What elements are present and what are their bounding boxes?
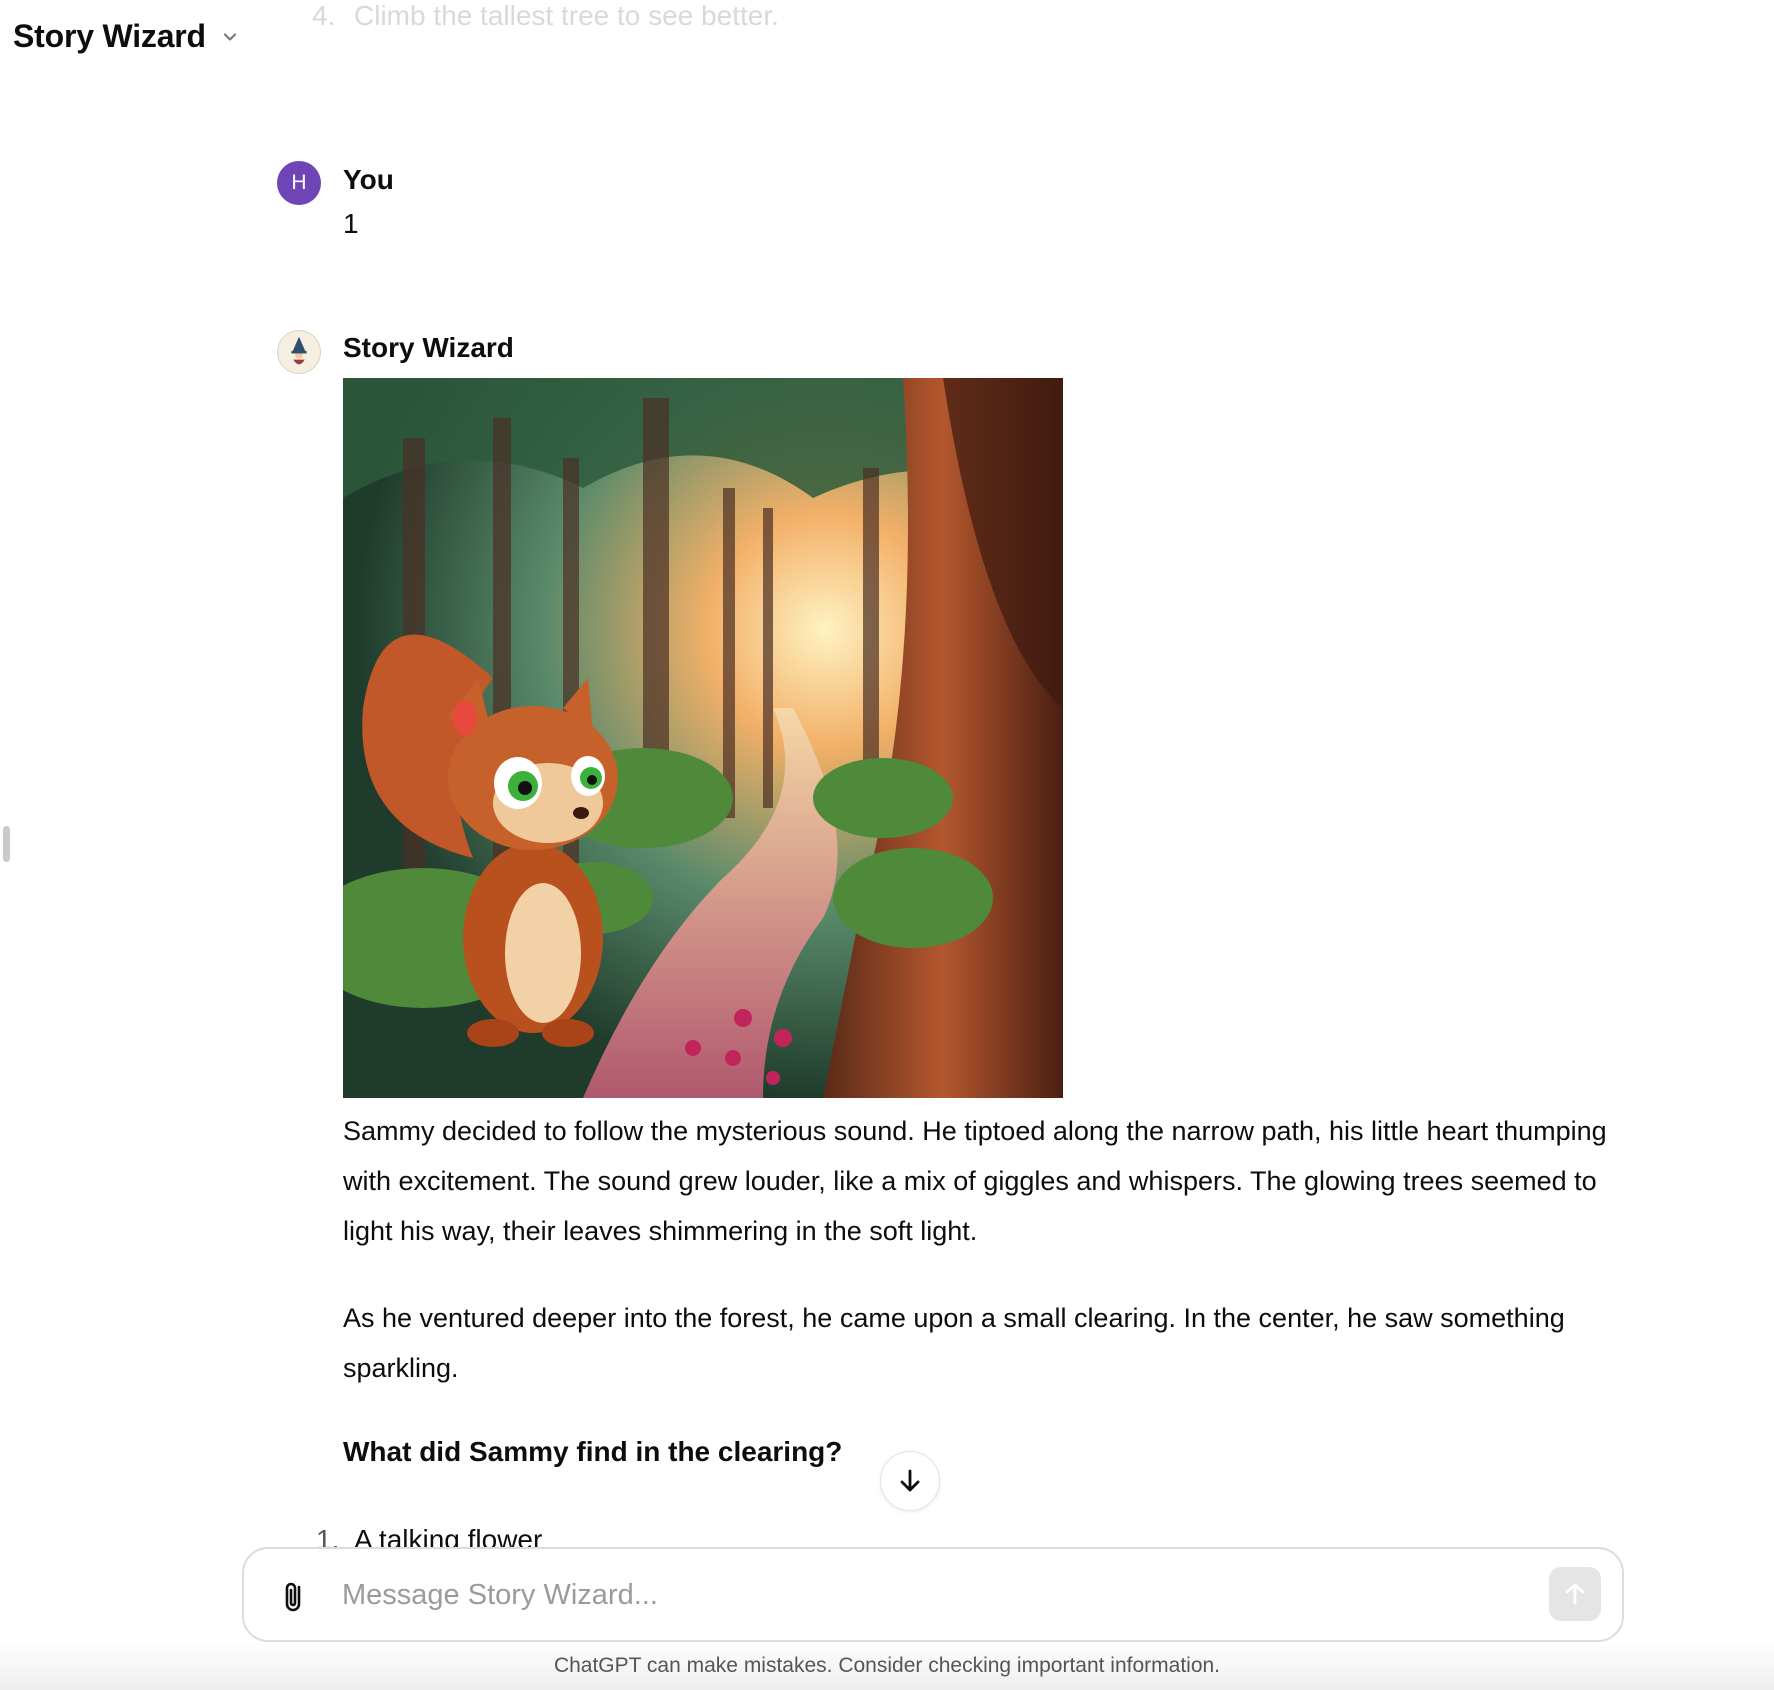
arrow-up-icon — [1565, 1583, 1585, 1605]
bot-author-name: Story Wizard — [343, 332, 514, 363]
message-composer — [242, 1547, 1624, 1642]
option-list-item: 1. A talking flower — [316, 1524, 542, 1548]
story-paragraph-1: Sammy decided to follow the mysterious s… — [343, 1116, 1607, 1246]
paperclip-icon — [285, 1582, 301, 1612]
option-number: 1. — [316, 1524, 340, 1548]
story-wizard-avatar — [277, 330, 321, 374]
scroll-to-bottom-button[interactable] — [880, 1451, 940, 1511]
arrow-down-icon — [900, 1469, 920, 1492]
squirrel-forest-illustration-icon — [343, 378, 1063, 1098]
wizard-icon — [278, 331, 320, 373]
disclaimer-text: ChatGPT can make mistakes. Consider chec… — [553, 1654, 1221, 1677]
user-message-text: 1 — [343, 208, 359, 239]
story-paragraph-2: As he ventured deeper into the forest, h… — [343, 1303, 1565, 1383]
gpt-title-dropdown[interactable]: Story Wizard — [13, 18, 240, 55]
user-avatar: H — [277, 161, 321, 205]
user-author-name: You — [343, 164, 394, 195]
list-number: 4. — [312, 0, 336, 31]
chevron-down-icon — [223, 32, 237, 41]
sidebar-toggle-handle[interactable] — [3, 826, 10, 862]
send-button[interactable] — [1549, 1567, 1601, 1621]
story-question: What did Sammy find in the clearing? — [343, 1436, 843, 1467]
previous-list-item: 4. Climb the tallest tree to see better. — [312, 0, 779, 32]
user-avatar-letter: H — [291, 171, 307, 194]
option-text: A talking flower — [354, 1524, 543, 1548]
attach-button[interactable] — [278, 1579, 310, 1615]
story-illustration[interactable] — [343, 378, 1063, 1098]
message-input[interactable] — [342, 1573, 1492, 1617]
gpt-title: Story Wizard — [13, 18, 206, 54]
list-text: Climb the tallest tree to see better. — [354, 0, 779, 31]
